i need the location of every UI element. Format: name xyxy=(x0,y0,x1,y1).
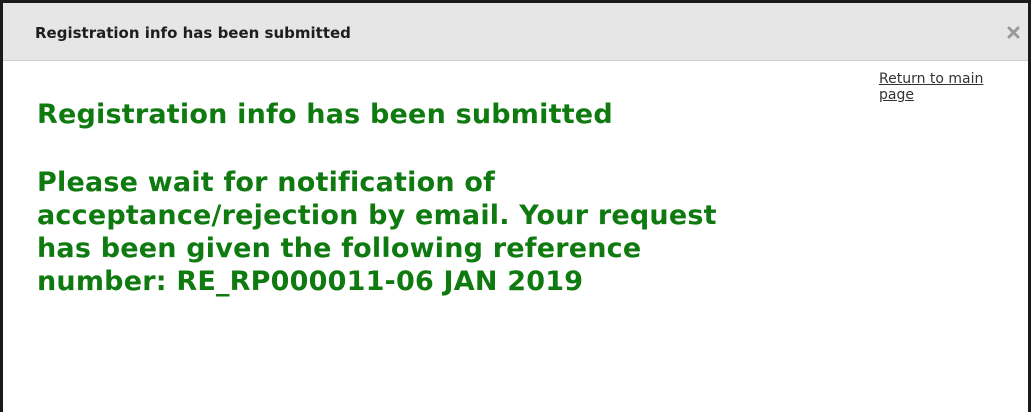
confirmation-heading: Registration info has been submitted xyxy=(37,99,613,130)
registration-dialog: Registration info has been submitted Ret… xyxy=(0,0,1031,412)
dialog-title: Registration info has been submitted xyxy=(35,24,351,42)
dialog-content: Return to main page Registration info ha… xyxy=(3,61,1028,412)
return-to-main-page-link[interactable]: Return to main page xyxy=(879,71,989,103)
confirmation-message: Please wait for notification of acceptan… xyxy=(37,167,717,297)
close-icon[interactable] xyxy=(1005,24,1022,41)
dialog-titlebar: Registration info has been submitted xyxy=(3,3,1028,61)
